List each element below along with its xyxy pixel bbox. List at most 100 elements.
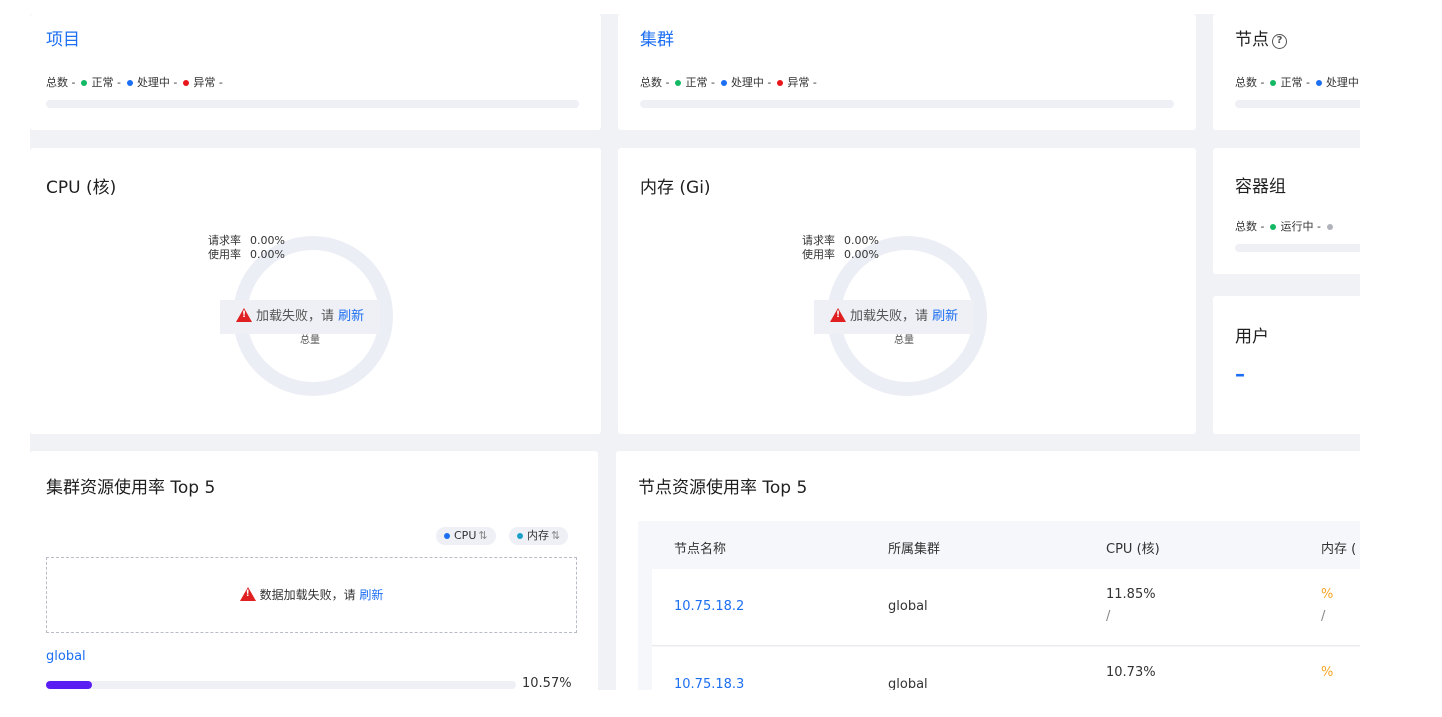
nodes-progress-track: [1235, 100, 1360, 108]
clusters-normal: 正常 -: [685, 76, 715, 89]
node-cpu: 11.85%: [1106, 587, 1156, 602]
memory-usage-value: 0.00%: [844, 248, 879, 261]
pods-total: 总数 -: [1235, 220, 1265, 233]
pods-card: 容器组 总数 - 运行中 -: [1213, 148, 1360, 274]
pods-progress-track: [1235, 244, 1360, 252]
clusters-stats: 总数 - 正常 - 处理中 - 异常 -: [640, 76, 817, 90]
node-mem: %: [1321, 587, 1334, 602]
sort-memory-label: 内存: [527, 529, 549, 542]
cluster-usage-track: [46, 681, 516, 689]
sort-cpu-label: CPU: [454, 529, 477, 542]
abnormal-dot-icon: [777, 80, 784, 86]
warning-icon: [830, 308, 846, 322]
cluster-item-name[interactable]: global: [46, 649, 86, 664]
col-cluster: 所属集群: [888, 542, 941, 557]
normal-dot-icon: [1270, 80, 1277, 86]
table-row[interactable]: 10.75.18.2 global 11.85% / % /: [652, 569, 1360, 646]
pods-running: 运行中 -: [1280, 220, 1321, 233]
cpu-refresh-link[interactable]: 刷新: [338, 309, 364, 324]
projects-processing: 处理中 -: [136, 76, 178, 89]
node-cpu: 10.73%: [1106, 665, 1156, 680]
processing-dot-icon: [720, 80, 727, 86]
table-row[interactable]: 10.75.18.3 global 10.73% %: [652, 647, 1360, 690]
normal-dot-icon: [675, 80, 682, 86]
node-cluster: global: [888, 599, 928, 614]
dashboard: 项目 总数 - 正常 - 处理中 - 异常 - 集群 总数 - 正常 - 处理中…: [30, 14, 1360, 690]
running-dot-icon: [1270, 224, 1277, 230]
clusters-abnormal: 异常 -: [787, 76, 817, 89]
users-value[interactable]: –: [1235, 362, 1245, 386]
nodes-total: 总数 -: [1235, 76, 1265, 89]
projects-abnormal: 异常 -: [193, 76, 223, 89]
memory-gauge-legend: 请求率 0.00% 使用率 0.00%: [802, 234, 879, 262]
grey-dot-icon: [1326, 224, 1333, 230]
users-title: 用户: [1235, 327, 1269, 347]
processing-dot-icon: [1315, 80, 1322, 86]
sort-memory-pill[interactable]: 内存 ⇅: [509, 527, 569, 545]
cpu-title: CPU (核): [46, 178, 117, 198]
clusters-progress-track: [640, 100, 1174, 108]
cpu-dot-icon: [444, 533, 450, 539]
clusters-processing: 处理中 -: [730, 76, 772, 89]
cluster-usage-fill: [46, 681, 92, 689]
cpu-request-value: 0.00%: [250, 234, 285, 247]
sort-icon: ⇅: [478, 529, 488, 542]
cpu-error-banner: 加载失败，请 刷新: [220, 300, 381, 334]
memory-error-banner: 加载失败，请 刷新: [814, 300, 975, 334]
cluster-top5-card: 集群资源使用率 Top 5 CPU⇅ 内存⇅ 数据加载失败，请 刷新 globa…: [30, 451, 598, 690]
processing-dot-icon: [126, 80, 133, 86]
memory-title: 内存 (Gi): [640, 178, 711, 198]
node-name-link[interactable]: 10.75.18.2: [674, 599, 744, 614]
cluster-top5-refresh-link[interactable]: 刷新: [359, 588, 383, 602]
node-name-link[interactable]: 10.75.18.3: [674, 677, 744, 690]
memory-request-value: 0.00%: [844, 234, 879, 247]
sort-cpu-pill[interactable]: CPU ⇅: [436, 527, 496, 545]
cpu-card: CPU (核) 请求率0.00% 使用率0.00% 总量 加载失败，请 刷新: [30, 148, 601, 434]
nodes-processing: 处理中: [1325, 76, 1359, 89]
memory-usage-label: 使用率: [802, 248, 835, 261]
projects-total: 总数 -: [46, 76, 76, 89]
pods-title: 容器组: [1235, 177, 1286, 197]
node-cpu-sub: /: [1106, 609, 1111, 624]
projects-title-link[interactable]: 项目: [46, 29, 80, 51]
memory-request-label: 请求率: [802, 234, 835, 247]
col-node-name: 节点名称: [674, 542, 727, 557]
cluster-top5-title: 集群资源使用率 Top 5: [46, 478, 216, 498]
nodes-card: 节点? 总数 - 正常 - 处理中: [1213, 14, 1360, 130]
col-cpu: CPU (核): [1106, 542, 1160, 557]
cpu-usage-value: 0.00%: [250, 248, 285, 261]
projects-card: 项目 总数 - 正常 - 处理中 - 异常 -: [30, 14, 601, 130]
cluster-item-value: 10.57%: [522, 676, 572, 690]
memory-card: 内存 (Gi) 请求率0.00% 使用率0.00% 总量 加载失败，请 刷新: [618, 148, 1196, 434]
cpu-error-text: 加载失败，请: [256, 309, 335, 324]
warning-icon: [239, 587, 256, 601]
memory-dot-icon: [517, 533, 523, 539]
projects-normal: 正常 -: [91, 76, 121, 89]
nodes-title-text: 节点: [1235, 30, 1269, 50]
memory-refresh-link[interactable]: 刷新: [932, 309, 958, 324]
warning-icon: [236, 308, 252, 322]
clusters-total: 总数 -: [640, 76, 670, 89]
memory-error-text: 加载失败，请: [850, 309, 929, 324]
users-card: 用户 –: [1213, 296, 1360, 434]
col-memory: 内存 (: [1321, 542, 1357, 557]
node-mem-sub: /: [1321, 609, 1326, 624]
cpu-request-label: 请求率: [208, 234, 241, 247]
projects-progress-track: [46, 100, 579, 108]
clusters-title-link[interactable]: 集群: [640, 29, 674, 51]
node-table: 节点名称 所属集群 CPU (核) 内存 ( 10.75.18.2 global…: [638, 521, 1360, 690]
cpu-usage-label: 使用率: [208, 248, 241, 261]
cpu-gauge-legend: 请求率 0.00% 使用率 0.00%: [208, 234, 285, 262]
nodes-stats: 总数 - 正常 - 处理中: [1235, 76, 1359, 90]
pods-stats: 总数 - 运行中 -: [1235, 220, 1337, 234]
node-cluster: global: [888, 677, 928, 690]
help-circle-icon[interactable]: ?: [1272, 34, 1287, 49]
cluster-top5-error-text: 数据加载失败，请: [259, 588, 356, 602]
nodes-normal: 正常 -: [1280, 76, 1310, 89]
cluster-top5-error-box: 数据加载失败，请 刷新: [46, 557, 577, 633]
clusters-card: 集群 总数 - 正常 - 处理中 - 异常 -: [618, 14, 1196, 130]
sort-icon: ⇅: [551, 529, 561, 542]
nodes-title: 节点?: [1235, 29, 1287, 51]
normal-dot-icon: [81, 80, 88, 86]
node-top5-card: 节点资源使用率 Top 5 节点名称 所属集群 CPU (核) 内存 ( 10.…: [616, 451, 1360, 690]
